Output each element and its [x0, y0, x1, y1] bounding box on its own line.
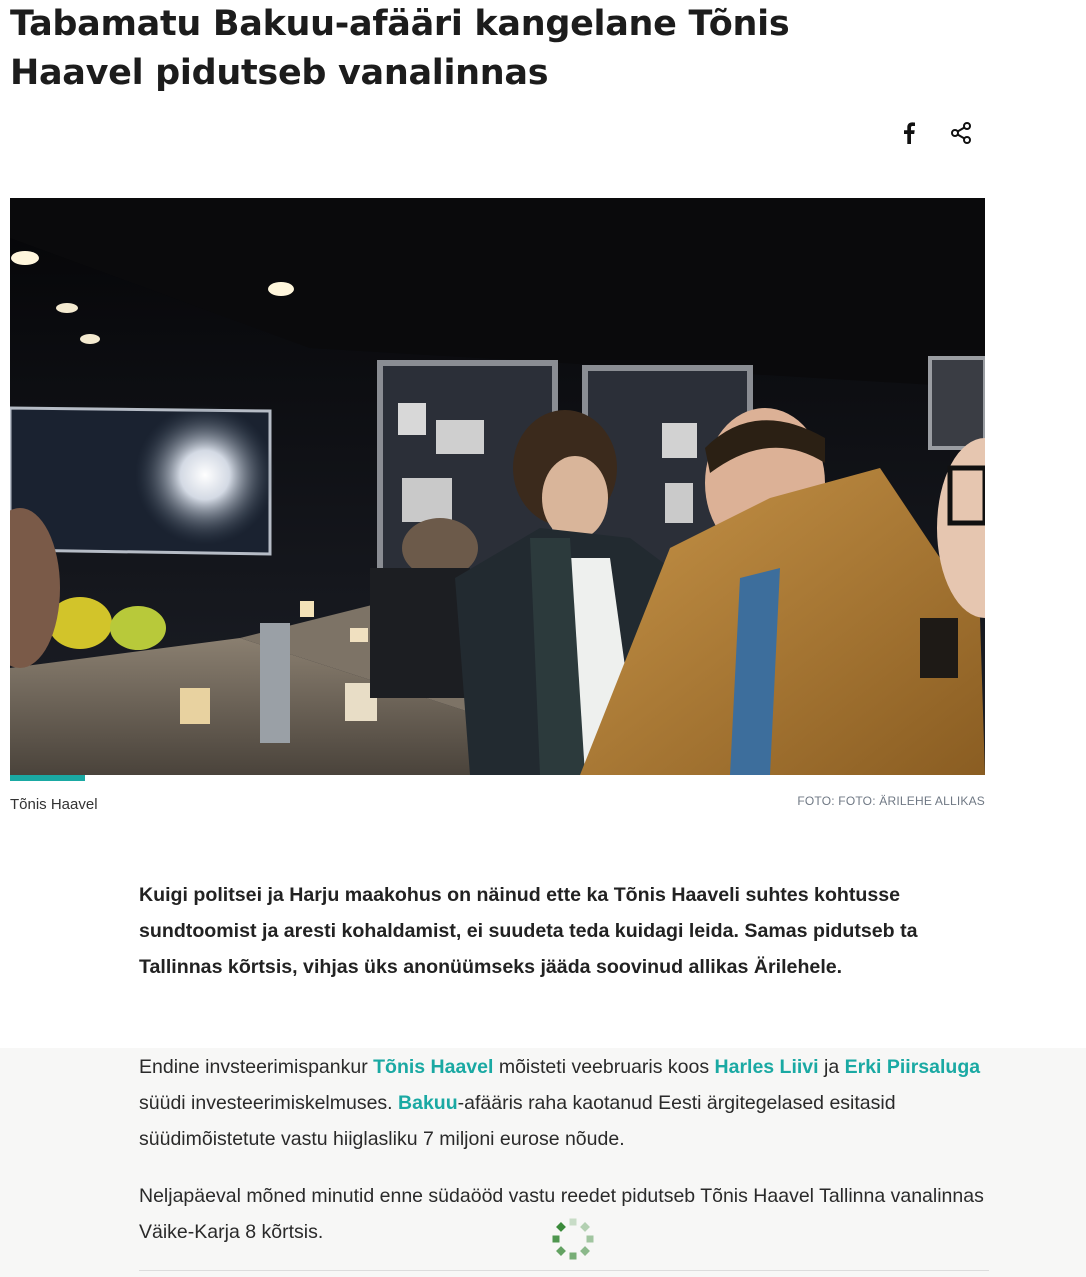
facebook-icon — [904, 122, 915, 144]
photo-accent-bar — [10, 775, 85, 781]
link-erki-piirsaluga[interactable]: Erki Piirsaluga — [845, 1056, 980, 1078]
share-icon — [951, 122, 971, 144]
article-page: Tabamatu Bakuu-afääri kangelane Tõnis Ha… — [0, 0, 1086, 1277]
body-paragraph-1: Endine invsteerimispankur Tõnis Haavel m… — [139, 1049, 989, 1157]
spinner-dot — [556, 1222, 566, 1232]
paragraph-text: Endine invsteerimispankur — [139, 1056, 374, 1078]
spinner-dot — [586, 1235, 594, 1243]
article-photo — [10, 198, 985, 775]
spinner-dot — [552, 1235, 560, 1243]
paragraph-text: süüdi investeerimiskelmuses. — [139, 1092, 399, 1114]
photo-caption: Tõnis Haavel — [10, 796, 98, 813]
loading-spinner-icon — [552, 1218, 594, 1260]
paragraph-text: ja — [818, 1056, 845, 1078]
article-title: Tabamatu Bakuu-afääri kangelane Tõnis Ha… — [10, 4, 790, 93]
article-lead: Kuigi politsei ja Harju maakohus on näin… — [139, 884, 918, 978]
link-bakuu[interactable]: Bakuu — [398, 1092, 458, 1114]
facebook-share-button[interactable] — [894, 118, 924, 148]
link-harles-liivi[interactable]: Harles Liivi — [715, 1056, 819, 1078]
spinner-dot — [569, 1218, 577, 1226]
photo-credit: FOTO: FOTO: ÄRILEHE ALLIKAS — [797, 794, 985, 808]
spinner-dot — [580, 1246, 590, 1256]
spinner-dot — [580, 1222, 590, 1232]
paragraph-text: mõisteti veebruaris koos — [493, 1056, 715, 1078]
link-tonis-haavel[interactable]: Tõnis Haavel — [373, 1056, 493, 1078]
spinner-dot — [556, 1246, 566, 1256]
spinner-dot — [569, 1252, 577, 1260]
share-bar — [894, 118, 976, 148]
bar-scene-illustration — [10, 198, 985, 775]
content-divider — [139, 1270, 989, 1271]
share-button[interactable] — [946, 118, 976, 148]
